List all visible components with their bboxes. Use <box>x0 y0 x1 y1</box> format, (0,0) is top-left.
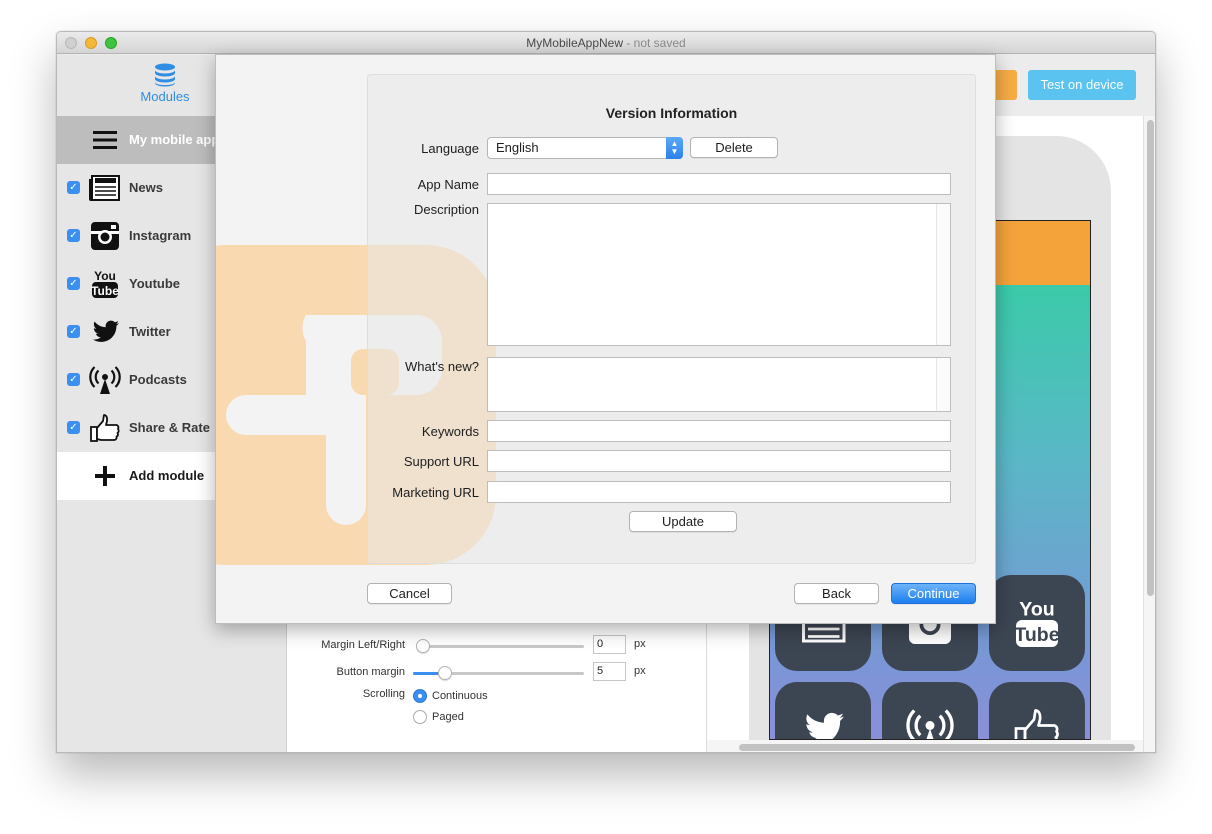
preview-vertical-scrollbar-thumb[interactable] <box>1147 120 1154 596</box>
scrolling-continuous-label: Continuous <box>432 690 488 702</box>
thumbs-up-icon <box>90 414 120 442</box>
layout-settings-panel: Margin Left/Right 0 px Button margin 5 p… <box>287 622 707 752</box>
button-margin-slider[interactable] <box>413 666 584 680</box>
sidebar-item-label: Twitter <box>129 324 171 339</box>
margin-left-right-slider[interactable] <box>416 639 584 653</box>
margin-left-right-label: Margin Left/Right <box>321 639 405 651</box>
margin-left-right-unit: px <box>634 638 646 650</box>
close-window-button[interactable] <box>65 37 77 49</box>
podcast-antenna-icon <box>89 366 121 394</box>
scrolling-label: Scrolling <box>362 688 405 700</box>
youtube-tile-you-text: You <box>1019 599 1054 621</box>
preview-tile-share-rate[interactable] <box>989 682 1085 739</box>
app-name-label: App Name <box>417 177 479 192</box>
scrolling-paged-label: Paged <box>432 711 464 723</box>
twitter-bird-icon <box>92 320 119 342</box>
podcast-antenna-icon <box>906 709 954 739</box>
description-textarea[interactable] <box>487 203 951 346</box>
description-scrollbar[interactable] <box>936 204 950 345</box>
preview-tile-twitter[interactable] <box>775 682 871 739</box>
preview-tile-podcasts[interactable] <box>882 682 978 739</box>
button-margin-field[interactable]: 5 <box>593 662 626 681</box>
keywords-input[interactable] <box>487 420 951 442</box>
preview-vertical-scrollbar[interactable] <box>1143 116 1155 752</box>
window-title: MyMobileAppNew <box>526 36 623 50</box>
button-margin-slider-knob[interactable] <box>438 666 452 680</box>
margin-left-right-slider-knob[interactable] <box>416 639 430 653</box>
marketing-url-input[interactable] <box>487 481 951 503</box>
support-url-input[interactable] <box>487 450 951 472</box>
thumbs-up-icon <box>1014 709 1059 739</box>
svg-text:You: You <box>94 269 116 283</box>
description-label: Description <box>413 202 479 217</box>
window-title-status: - not saved <box>623 36 686 50</box>
plus-icon <box>95 466 115 486</box>
app-name-input[interactable] <box>487 173 951 195</box>
language-select[interactable]: English ▲ ▼ <box>487 137 683 159</box>
scrolling-paged-radio[interactable] <box>413 710 427 724</box>
title-bar: MyMobileAppNew - not saved <box>57 32 1155 54</box>
youtube-checkbox[interactable]: ✓ <box>67 277 80 290</box>
update-button[interactable]: Update <box>629 511 737 532</box>
cancel-button[interactable]: Cancel <box>367 583 452 604</box>
podcasts-checkbox[interactable]: ✓ <box>67 373 80 386</box>
svg-text:Tube: Tube <box>91 284 119 298</box>
database-icon <box>155 63 175 87</box>
add-module-label: Add module <box>129 468 205 483</box>
sidebar-item-label: News <box>129 180 163 195</box>
sidebar-item-label: Share & Rate <box>129 420 210 435</box>
version-information-sheet: Version Information Language English ▲ ▼ … <box>215 54 996 624</box>
language-label: Language <box>421 141 479 156</box>
preview-tile-youtube[interactable]: You Tube <box>989 575 1085 671</box>
whats-new-textarea[interactable] <box>487 357 951 412</box>
zoom-window-button[interactable] <box>105 37 117 49</box>
margin-left-right-field[interactable]: 0 <box>593 635 626 654</box>
keywords-label: Keywords <box>421 424 479 439</box>
minimize-window-button[interactable] <box>85 37 97 49</box>
youtube-icon: You Tube <box>1014 599 1060 647</box>
sidebar-item-label: Podcasts <box>129 372 187 387</box>
delete-language-button[interactable]: Delete <box>690 137 778 158</box>
scrolling-continuous-radio[interactable] <box>413 689 427 703</box>
button-margin-unit: px <box>634 665 646 677</box>
whats-new-label: What's new? <box>404 359 479 374</box>
youtube-tile-tube-text: Tube <box>1014 624 1059 646</box>
sidebar-item-label: Youtube <box>129 276 181 291</box>
share-rate-checkbox[interactable]: ✓ <box>67 421 80 434</box>
button-margin-label: Button margin <box>336 666 405 678</box>
preview-horizontal-scrollbar-thumb[interactable] <box>739 744 1135 751</box>
news-checkbox[interactable]: ✓ <box>67 181 80 194</box>
support-url-label: Support URL <box>403 454 479 469</box>
instagram-checkbox[interactable]: ✓ <box>67 229 80 242</box>
continue-button[interactable]: Continue <box>891 583 976 604</box>
back-button[interactable]: Back <box>794 583 879 604</box>
hamburger-menu-icon <box>93 131 117 149</box>
twitter-checkbox[interactable]: ✓ <box>67 325 80 338</box>
language-select-value: English <box>496 140 539 155</box>
chevron-up-down-icon: ▲ ▼ <box>666 137 683 159</box>
sidebar-item-label: Instagram <box>129 228 192 243</box>
youtube-icon: You Tube <box>91 269 119 298</box>
newspaper-icon <box>89 175 120 201</box>
instagram-icon <box>91 222 119 250</box>
modules-tab-label: Modules <box>140 89 190 104</box>
twitter-bird-icon <box>806 712 844 739</box>
whats-new-scrollbar[interactable] <box>936 358 950 411</box>
sheet-title: Version Information <box>605 105 738 121</box>
marketing-url-label: Marketing URL <box>392 485 479 500</box>
test-on-device-button[interactable]: Test on device <box>1028 70 1136 100</box>
sidebar-item-label: My mobile app <box>129 132 220 147</box>
preview-horizontal-scrollbar[interactable] <box>707 740 1143 752</box>
modules-tab[interactable]: Modules <box>117 63 213 104</box>
